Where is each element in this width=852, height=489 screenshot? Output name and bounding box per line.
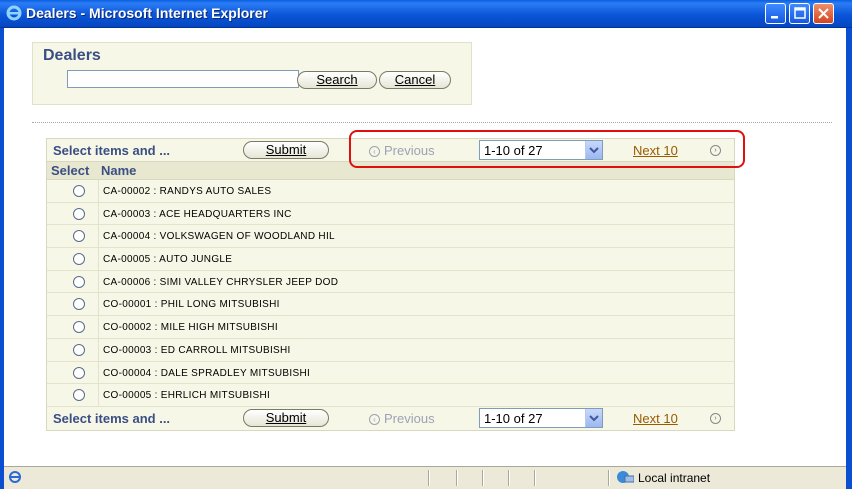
column-header-name: Name — [101, 163, 137, 178]
close-icon — [818, 8, 829, 19]
table-row: CA-00006 : SIMI VALLEY CHRYSLER JEEP DOD — [46, 270, 735, 294]
window-title: Dealers - Microsoft Internet Explorer — [26, 5, 268, 21]
row-radio[interactable] — [73, 185, 85, 197]
previous-label: Previous — [384, 410, 435, 426]
divider — [32, 122, 832, 123]
row-radio[interactable] — [73, 389, 85, 402]
previous-link: ‹ Previous — [369, 411, 435, 426]
row-radio[interactable] — [73, 321, 85, 334]
row-radio[interactable] — [73, 207, 85, 220]
next-link[interactable]: Next 10 — [633, 411, 678, 426]
window-frame-right — [846, 28, 852, 489]
internet-explorer-icon — [6, 5, 22, 21]
row-radio[interactable] — [73, 366, 85, 379]
search-input[interactable] — [67, 70, 299, 88]
minimize-button[interactable] — [765, 3, 786, 24]
range-value: 1-10 of 27 — [484, 410, 543, 426]
table-row: CA-00002 : RANDYS AUTO SALES — [46, 180, 735, 203]
window-frame-left — [0, 28, 4, 489]
submit-button[interactable]: Submit — [243, 141, 329, 159]
select-items-label: Select items and ... — [53, 143, 171, 158]
previous-arrow-icon: ‹ — [369, 413, 380, 425]
dealer-name: CA-00004 : VOLKSWAGEN OF WOODLAND HIL — [103, 231, 335, 243]
security-zone: Local intranet — [638, 471, 711, 485]
page-icon — [9, 471, 21, 483]
close-button[interactable] — [813, 3, 834, 24]
table-row: CA-00003 : ACE HEADQUARTERS INC — [46, 202, 735, 226]
bottom-navigation-bar: Select items and ... Submit ‹ Previous 1-… — [46, 406, 735, 431]
next-arrow-icon[interactable]: › — [710, 412, 721, 424]
minimize-icon — [771, 16, 778, 19]
table-row: CO-00002 : MILE HIGH MITSUBISHI — [46, 316, 735, 339]
row-radio[interactable] — [73, 298, 85, 311]
maximize-icon — [794, 7, 806, 19]
dealer-name: CA-00002 : RANDYS AUTO SALES — [103, 186, 272, 197]
table-row: CO-00001 : PHIL LONG MITSUBISHI — [46, 293, 735, 317]
search-panel: Dealers Search Cancel — [32, 42, 472, 105]
row-radio[interactable] — [73, 230, 85, 243]
dealer-name: CO-00002 : MILE HIGH MITSUBISHI — [103, 322, 278, 334]
table-row: CO-00005 : EHRLICH MITSUBISHI — [46, 384, 735, 407]
pagination-highlight — [349, 130, 745, 168]
table-row: CO-00004 : DALE SPRADLEY MITSUBISHI — [46, 361, 735, 385]
results-table: Select items and ... Submit ‹ Previous 1-… — [46, 138, 735, 431]
dealer-name: CO-00001 : PHIL LONG MITSUBISHI — [103, 299, 280, 311]
search-button[interactable]: Search — [297, 71, 377, 89]
window-title-bar[interactable]: Dealers - Microsoft Internet Explorer — [0, 0, 852, 28]
local-intranet-icon — [617, 471, 634, 483]
table-row: CA-00005 : AUTO JUNGLE — [46, 248, 735, 271]
row-radio[interactable] — [73, 343, 85, 356]
dealer-name: CA-00006 : SIMI VALLEY CHRYSLER JEEP DOD — [103, 276, 339, 288]
range-select[interactable]: 1-10 of 27 — [479, 407, 603, 428]
table-row: CO-00003 : ED CARROLL MITSUBISHI — [46, 338, 735, 362]
dealer-name: CA-00003 : ACE HEADQUARTERS INC — [103, 208, 292, 220]
row-radio[interactable] — [73, 253, 85, 266]
maximize-button[interactable] — [789, 3, 810, 24]
dropdown-arrow-icon[interactable] — [585, 408, 602, 427]
table-row: CA-00004 : VOLKSWAGEN OF WOODLAND HIL — [46, 225, 735, 249]
dealer-name: CO-00004 : DALE SPRADLEY MITSUBISHI — [103, 367, 311, 379]
status-bar: Local intranet — [4, 466, 846, 489]
column-header-select: Select — [51, 163, 90, 178]
select-items-label: Select items and ... — [53, 410, 171, 426]
dealer-name: CO-00003 : ED CARROLL MITSUBISHI — [103, 344, 291, 356]
page-title: Dealers — [43, 47, 101, 64]
submit-button[interactable]: Submit — [243, 408, 329, 427]
cancel-button[interactable]: Cancel — [379, 71, 451, 89]
dealer-name: CO-00005 : EHRLICH MITSUBISHI — [103, 390, 271, 402]
dealer-name: CA-00005 : AUTO JUNGLE — [103, 254, 233, 266]
row-radio[interactable] — [73, 275, 85, 288]
